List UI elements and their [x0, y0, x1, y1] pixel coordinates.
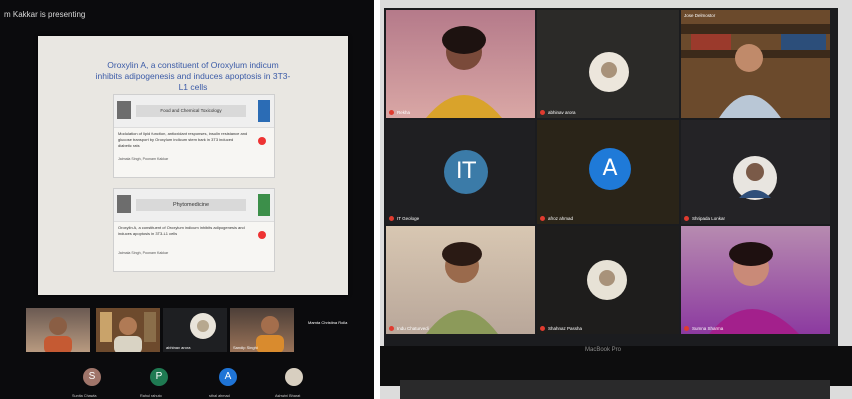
mic-muted-icon	[684, 216, 689, 221]
mic-muted-icon	[540, 110, 545, 115]
participant-name: abhinav arora	[548, 110, 576, 115]
participant-name: Sunita Chawla	[72, 394, 97, 398]
participant-tile[interactable]: abhinav arora	[537, 10, 679, 118]
mic-muted-icon	[389, 326, 394, 331]
participant-name: Shripada Lonkar	[692, 216, 726, 221]
mic-muted-icon	[389, 216, 394, 221]
participant-tile[interactable]: Rekha	[386, 10, 535, 118]
participant-tile[interactable]: IT IT Geologe	[386, 120, 535, 224]
participant-thumbnail[interactable]: Sandip Singhi	[230, 308, 294, 352]
journal-cover-icon	[258, 100, 270, 122]
right-zoom-screen: Rekha abhinav arora Jose Delmostor IT IT…	[380, 0, 852, 399]
mic-muted-icon	[389, 110, 394, 115]
laptop-base	[400, 380, 830, 399]
person-video-icon	[709, 242, 799, 334]
presenting-banner: m Kakkar is presenting	[4, 10, 86, 19]
avatar[interactable]: P	[150, 368, 168, 386]
profile-photo-icon	[587, 260, 627, 300]
journal-header: Phytomedicine	[114, 189, 274, 222]
publisher-logo-icon	[117, 195, 131, 213]
participant-name: Rahul rahuto	[140, 394, 162, 398]
profile-photo-icon	[733, 156, 777, 200]
mic-muted-icon	[540, 216, 545, 221]
paper-authors: Jaimala Singh, Poonam Kakkar	[118, 251, 169, 255]
paper-card-2: Phytomedicine Oroxylin A, a constituent …	[113, 188, 275, 272]
crossmark-icon	[258, 137, 266, 145]
participant-name: IT Geologe	[397, 216, 420, 221]
slide-title: Oroxylin A, a constituent of Oroxylum in…	[95, 60, 291, 92]
participant-name: Mamta Christina Rolla	[308, 320, 348, 325]
participant-name: abhinav arora	[166, 345, 191, 350]
journal-cover-icon	[258, 194, 270, 216]
avatar-photo[interactable]	[285, 368, 303, 386]
participant-name: Rekha	[397, 110, 411, 115]
person-video-icon	[681, 24, 830, 118]
laptop-brand-label: MacBook Pro	[585, 347, 622, 353]
crossmark-icon	[258, 231, 266, 239]
participant-tile[interactable]: Shahnaz Passha	[537, 226, 679, 334]
avatar[interactable]: S	[83, 368, 101, 386]
shared-slide: Oroxylin A, a constituent of Oroxylum in…	[38, 36, 348, 295]
person-video-icon	[426, 242, 498, 334]
participant-name: sthal ahmad	[209, 394, 230, 398]
profile-photo-icon	[589, 52, 629, 92]
participant-name: Sandip Singhi	[233, 345, 258, 350]
journal-name: Phytomedicine	[172, 202, 210, 208]
participant-thumbnail[interactable]	[26, 308, 90, 352]
participant-name: Jose Delmostor	[684, 13, 716, 18]
participant-name: afroz ahmad	[548, 216, 574, 221]
person-video-icon	[426, 26, 502, 118]
participant-name: Indu Chaturvedi	[397, 326, 429, 331]
left-zoom-screen: m Kakkar is presenting Oroxylin A, a con…	[0, 0, 374, 399]
journal-name: Food and Chemical Toxicology	[160, 108, 222, 113]
paper-card-1: Food and Chemical Toxicology Modulation …	[113, 94, 275, 178]
paper-abstract: Modulation of lipid function, antioxidan…	[118, 131, 248, 148]
participant-tile[interactable]: Sumna Sharma	[681, 226, 830, 334]
journal-header: Food and Chemical Toxicology	[114, 95, 274, 128]
publisher-logo-icon	[117, 101, 131, 119]
person-video-icon	[96, 308, 160, 352]
participant-name: Ashwini Bharat	[275, 394, 301, 398]
participant-thumbnail[interactable]: Mamta Christina Rolla	[298, 308, 372, 352]
participant-tile[interactable]: Indu Chaturvedi	[386, 226, 535, 334]
participant-thumbnail[interactable]	[96, 308, 160, 352]
participant-tile[interactable]: A afroz ahmad	[537, 120, 679, 224]
participant-name: Shahnaz Passha	[548, 326, 583, 331]
mic-muted-icon	[684, 326, 689, 331]
paper-abstract: Oroxylin A, a constituent of Oroxylum in…	[118, 225, 245, 236]
participant-tile[interactable]: Shripada Lonkar	[681, 120, 830, 224]
participant-name: Sumna Sharma	[692, 326, 724, 331]
paper-authors: Jaimala Singh, Poonam Kakkar	[118, 157, 169, 161]
participant-tile[interactable]: Jose Delmostor	[681, 10, 830, 118]
participant-thumbnail[interactable]: abhinav arora	[163, 308, 227, 352]
avatar: A	[589, 148, 631, 190]
person-video-icon	[44, 317, 72, 352]
mic-muted-icon	[540, 326, 545, 331]
avatar[interactable]: A	[219, 368, 237, 386]
avatar: IT	[444, 150, 488, 194]
